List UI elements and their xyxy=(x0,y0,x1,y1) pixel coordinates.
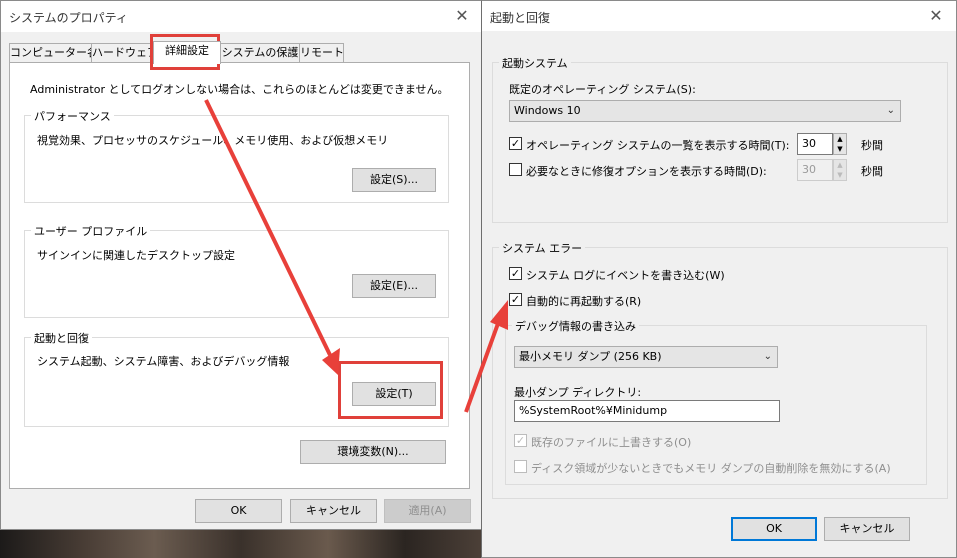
ok-button[interactable]: OK xyxy=(195,499,282,523)
show-recovery-label: 必要なときに修復オプションを表示する時間(D): xyxy=(526,165,767,178)
default-os-label: 既定のオペレーティング システム(S): xyxy=(509,83,696,96)
system-startup-title: 起動システム xyxy=(499,55,571,71)
performance-group: パフォーマンス 視覚効果、プロセッサのスケジュール、メモリ使用、および仮想メモリ… xyxy=(24,108,449,203)
performance-settings-button[interactable]: 設定(S)... xyxy=(352,168,436,192)
auto-restart-label: 自動的に再起動する(R) xyxy=(526,295,642,308)
cancel-button[interactable]: キャンセル xyxy=(290,499,377,523)
show-os-list-checkbox[interactable]: ✓ xyxy=(509,137,522,150)
apply-button[interactable]: 適用(A) xyxy=(384,499,471,523)
performance-description: 視覚効果、プロセッサのスケジュール、メモリ使用、および仮想メモリ xyxy=(37,134,389,147)
system-failure-title: システム エラー xyxy=(499,240,586,256)
tab-system-protection[interactable]: システムの保護 xyxy=(220,43,300,63)
tab-computer-name[interactable]: コンピューター名 xyxy=(9,43,98,63)
show-os-list-spinner[interactable]: ▲ ▼ xyxy=(833,133,847,155)
cancel-button[interactable]: キャンセル xyxy=(824,517,910,541)
show-recovery-checkbox[interactable] xyxy=(509,163,522,176)
startup-recovery-settings-button[interactable]: 設定(T) xyxy=(352,382,436,406)
default-os-value: Windows 10 xyxy=(514,104,581,117)
user-profile-description: サインインに関連したデスクトップ設定 xyxy=(37,249,235,262)
user-profile-settings-button[interactable]: 設定(E)... xyxy=(352,274,436,298)
debug-info-group: デバッグ情報の書き込み 最小メモリ ダンプ (256 KB) ⌄ 最小ダンプ デ… xyxy=(505,318,927,485)
disable-autodelete-label: ディスク領域が少ないときでもメモリ ダンプの自動削除を無効にする(A) xyxy=(531,462,891,475)
write-event-checkbox[interactable]: ✓ xyxy=(509,267,522,280)
spin-up-icon: ▲ xyxy=(837,161,843,169)
seconds-label: 秒間 xyxy=(861,165,883,178)
tab-hardware[interactable]: ハードウェア xyxy=(91,43,158,63)
show-os-list-seconds-input[interactable]: 30 xyxy=(797,133,833,155)
tab-remote[interactable]: リモート xyxy=(299,43,344,63)
debug-info-title: デバッグ情報の書き込み xyxy=(512,318,639,334)
dump-dir-input[interactable]: %SystemRoot%¥Minidump xyxy=(514,400,780,422)
startup-recovery-window: 起動と回復 ✕ 起動システム 既定のオペレーティング システム(S): Wind… xyxy=(481,0,957,558)
spin-down-icon: ▼ xyxy=(837,171,843,179)
write-event-label: システム ログにイベントを書き込む(W) xyxy=(526,269,725,282)
close-icon[interactable]: ✕ xyxy=(924,5,948,27)
dump-type-value: 最小メモリ ダンプ (256 KB) xyxy=(519,350,662,363)
spin-down-icon: ▼ xyxy=(837,145,843,153)
system-startup-group: 起動システム 既定のオペレーティング システム(S): Windows 10 ⌄… xyxy=(492,55,948,223)
system-failure-group: システム エラー ✓ システム ログにイベントを書き込む(W) ✓ 自動的に再起… xyxy=(492,240,948,499)
title-bar: システムのプロパティ ✕ xyxy=(1,1,481,32)
user-profile-group: ユーザー プロファイル サインインに関連したデスクトップ設定 設定(E)... xyxy=(24,223,449,318)
auto-restart-checkbox[interactable]: ✓ xyxy=(509,293,522,306)
environment-variables-button[interactable]: 環境変数(N)... xyxy=(300,440,446,464)
window-title: 起動と回復 xyxy=(490,11,551,25)
window-title: システムのプロパティ xyxy=(9,11,128,25)
disable-autodelete-checkbox[interactable] xyxy=(514,460,527,473)
close-icon[interactable]: ✕ xyxy=(450,5,474,27)
startup-recovery-title: 起動と回復 xyxy=(31,330,92,346)
show-os-list-label: オペレーティング システムの一覧を表示する時間(T): xyxy=(526,139,790,152)
desktop-background xyxy=(0,528,482,558)
ok-button[interactable]: OK xyxy=(731,517,817,541)
spin-up-icon: ▲ xyxy=(837,135,843,143)
tab-advanced[interactable]: 詳細設定 xyxy=(153,41,221,64)
startup-recovery-description: システム起動、システム障害、およびデバッグ情報 xyxy=(37,355,290,368)
system-properties-window: システムのプロパティ ✕ コンピューター名 ハードウェア 詳細設定 システムの保… xyxy=(0,0,482,530)
user-profile-title: ユーザー プロファイル xyxy=(31,223,151,239)
overwrite-checkbox[interactable]: ✓ xyxy=(514,434,527,447)
dump-type-select[interactable]: 最小メモリ ダンプ (256 KB) ⌄ xyxy=(514,346,778,368)
chevron-down-icon: ⌄ xyxy=(886,105,895,116)
dump-dir-label: 最小ダンプ ディレクトリ: xyxy=(514,386,642,399)
overwrite-label: 既存のファイルに上書きする(O) xyxy=(531,436,692,449)
chevron-down-icon: ⌄ xyxy=(763,351,772,362)
admin-note: Administrator としてログオンしない場合は、これらのほとんどは変更で… xyxy=(30,83,449,96)
default-os-select[interactable]: Windows 10 ⌄ xyxy=(509,100,901,122)
performance-title: パフォーマンス xyxy=(31,108,114,124)
advanced-tab-panel: Administrator としてログオンしない場合は、これらのほとんどは変更で… xyxy=(9,62,470,489)
title-bar: 起動と回復 ✕ xyxy=(482,1,956,31)
show-recovery-spinner[interactable]: ▲ ▼ xyxy=(833,159,847,181)
show-recovery-seconds-input[interactable]: 30 xyxy=(797,159,833,181)
startup-recovery-group: 起動と回復 システム起動、システム障害、およびデバッグ情報 設定(T) xyxy=(24,330,449,427)
seconds-label: 秒間 xyxy=(861,139,883,152)
